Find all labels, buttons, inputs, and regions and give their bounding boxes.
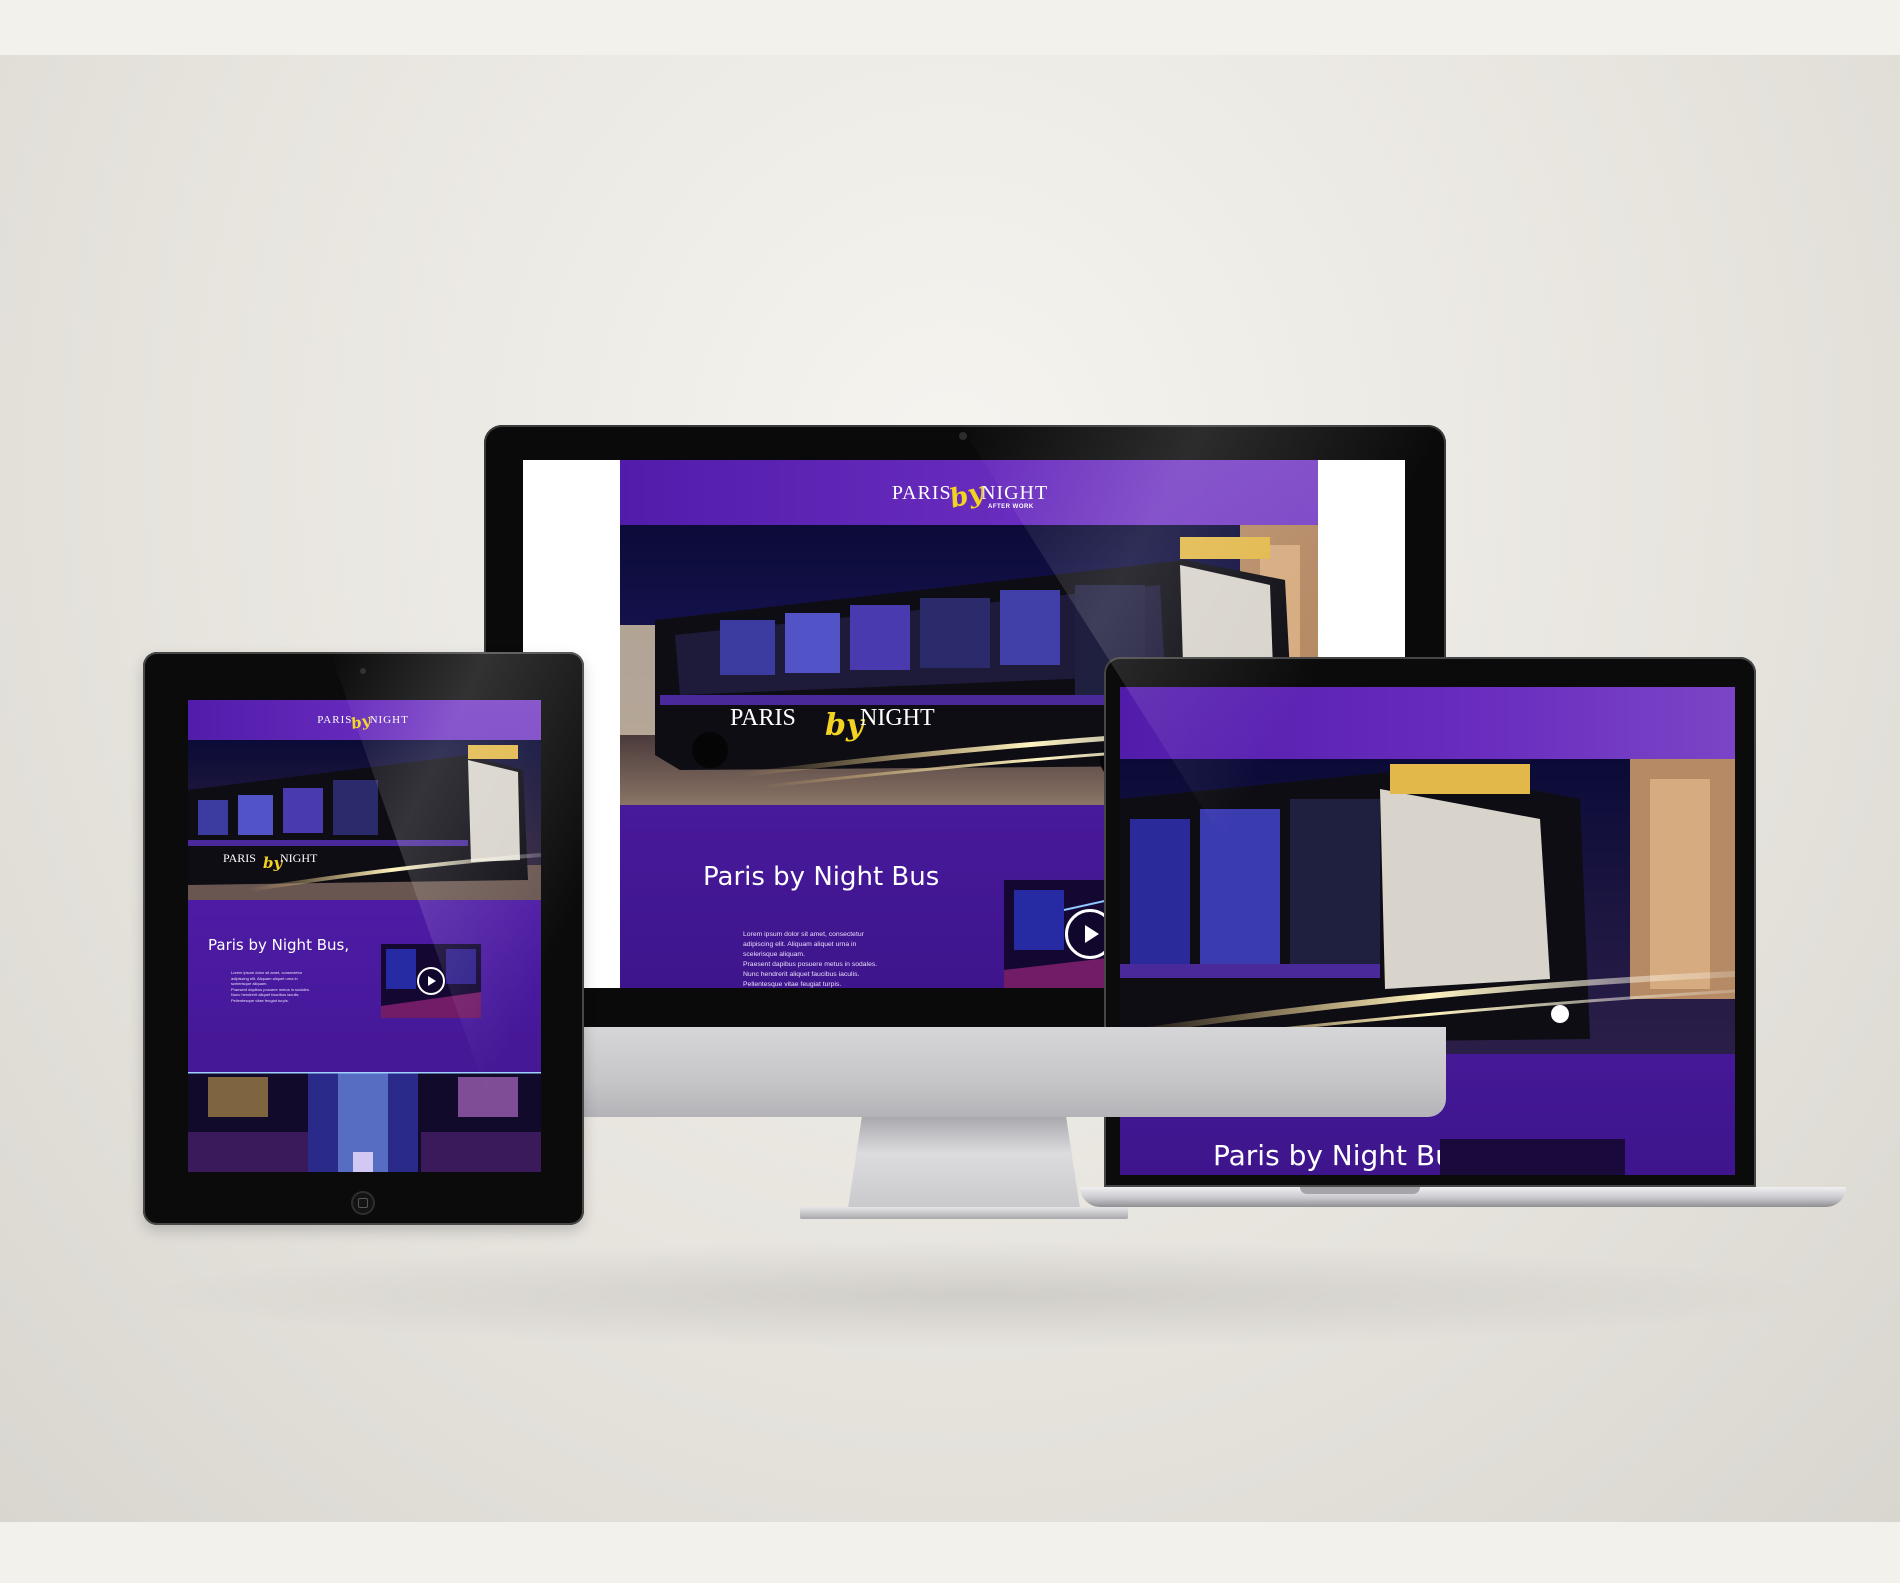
hero-bus-image: PARIS by NIGHT (188, 740, 541, 900)
video-thumbnail[interactable] (1440, 1139, 1625, 1175)
logo-night-text: NIGHT (369, 714, 409, 726)
bus-interior-image (188, 1072, 541, 1172)
logo-by-text: by (946, 477, 987, 515)
section-heading: Paris by Night Bus (1213, 1139, 1468, 1172)
website-tablet: PARIS by NIGHT PARIS by NIGHT Paris by N… (188, 700, 541, 1172)
paragraph-line: scelerisque aliquam. (743, 951, 805, 958)
imac-stand-front (848, 1117, 1080, 1209)
section-heading: Paris by Night Bus (703, 862, 940, 892)
camera-icon (959, 432, 967, 440)
site-header: PARIS by NIGHT AFTER WORK (620, 460, 1318, 525)
section-paragraph: Lorem ipsum dolor sit amet, consectetur … (231, 970, 310, 1004)
camera-icon (360, 668, 366, 674)
section-heading: Paris by Night Bus, (208, 936, 350, 954)
macbook-notch (1300, 1187, 1420, 1194)
logo-paris-text: PARIS (891, 481, 952, 504)
paragraph-line: adipiscing elit. Aliquam aliquet urna in (743, 941, 857, 948)
section-paragraph: Lorem ipsum dolor sit amet, consectetur … (743, 930, 877, 988)
macbook-base (1080, 1187, 1846, 1207)
paragraph-line: Nunc hendrerit aliquet faucibus iaculis. (743, 971, 860, 978)
ipad-screen: PARIS by NIGHT PARIS by NIGHT Paris by N… (188, 700, 541, 1172)
logo-after-work-text: AFTER WORK (988, 504, 1034, 510)
floor-shadow (130, 1240, 1830, 1350)
site-header: PARIS by NIGHT (188, 700, 541, 740)
imac-chin-front (484, 1027, 1446, 1117)
paragraph-line: Lorem ipsum dolor sit amet, consectetur (231, 970, 303, 975)
svg-text:PARIS: PARIS (223, 851, 256, 865)
svg-text:NIGHT: NIGHT (280, 851, 318, 865)
imac-foot-front (800, 1207, 1128, 1219)
play-icon[interactable] (417, 967, 445, 995)
site-logo[interactable]: PARIS by NIGHT (308, 704, 418, 736)
paragraph-line: Praesent dapibus posuere metus in sodale… (743, 961, 878, 968)
hero-bus-image (1120, 759, 1735, 1054)
paragraph-line: Lorem ipsum dolor sit amet, consectetur (743, 931, 864, 938)
svg-text:NIGHT: NIGHT (860, 705, 935, 731)
svg-text:PARIS: PARIS (730, 705, 796, 731)
logo-night-text: NIGHT (980, 481, 1049, 504)
logo-paris-text: PARIS (317, 714, 353, 726)
site-logo[interactable]: PARIS by NIGHT AFTER WORK (870, 468, 1070, 518)
site-header (1120, 687, 1735, 759)
paragraph-line: Pellentesque vitae feugiat turpis. (231, 997, 289, 1003)
paragraph-line: Pellentesque vitae feugiat turpis. (743, 981, 842, 988)
home-button-icon[interactable] (351, 1191, 375, 1215)
video-thumbnail[interactable] (381, 944, 481, 1018)
